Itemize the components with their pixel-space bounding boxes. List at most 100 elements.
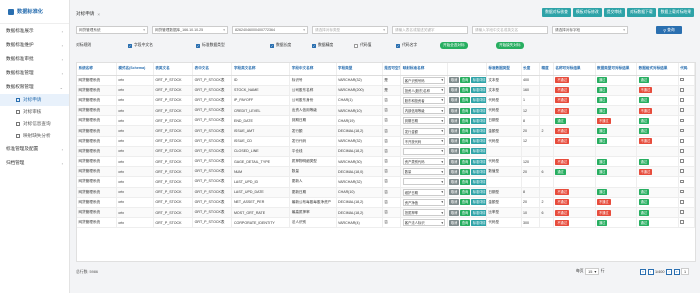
cancel-button[interactable]: 取消 xyxy=(449,117,460,124)
row-checkbox[interactable] xyxy=(680,87,684,92)
row-checkbox[interactable] xyxy=(680,138,684,143)
cancel-button[interactable]: 取消 xyxy=(449,219,460,226)
detail-button[interactable]: 标准详情 xyxy=(470,168,486,175)
nav-group-standard-maintain[interactable]: 数据标准维护 › xyxy=(0,38,69,52)
mapping-select[interactable]: 数量 ▾ xyxy=(402,168,445,176)
row-checkbox[interactable] xyxy=(680,108,684,112)
row-checkbox[interactable] xyxy=(680,159,684,163)
field-select[interactable]: 请选择对标字段 ▾ xyxy=(552,26,628,34)
mapping-select[interactable]: 内部信用等级 ▾ xyxy=(402,107,445,115)
mapping-select[interactable]: ▾ xyxy=(402,147,445,155)
prev-page-button[interactable]: ‹ xyxy=(647,268,654,275)
detail-button[interactable]: 标准详情 xyxy=(470,107,486,114)
mapping-select[interactable]: 不开放代码 ▾ xyxy=(402,137,445,145)
detail-button[interactable]: 标准详情 xyxy=(470,77,486,84)
detail-button[interactable]: 标准详情 xyxy=(470,219,486,226)
next-page-button[interactable]: › xyxy=(666,268,673,275)
check-button[interactable]: 数据对标核查 xyxy=(542,8,571,17)
query-button[interactable]: ⚲ 查询 xyxy=(656,26,682,34)
submit-review-button[interactable]: 提交审核 xyxy=(603,8,625,17)
cancel-button[interactable]: 取消 xyxy=(449,107,460,114)
sidebar-item-apply[interactable]: 对标申请 xyxy=(0,94,69,106)
mapping-select[interactable]: ▾ xyxy=(402,178,445,186)
query-row-button[interactable]: 查询 xyxy=(459,77,471,84)
mapping-select[interactable]: 客户识别号码 ▾ xyxy=(402,76,445,84)
query-row-button[interactable]: 查询 xyxy=(459,138,471,145)
query-row-button[interactable]: 查询 xyxy=(459,158,471,165)
sidebar-item-review[interactable]: 对标审核 xyxy=(0,106,69,118)
detail-button[interactable]: 标准详情 xyxy=(470,138,486,145)
detail-button[interactable]: 标准详情 xyxy=(470,87,486,94)
row-checkbox[interactable] xyxy=(680,77,684,82)
mapping-select[interactable]: 发行金额 ▾ xyxy=(402,127,445,135)
type-select[interactable]: 请选择对标类型 ▾ xyxy=(312,26,388,34)
cancel-button[interactable]: 取消 xyxy=(449,87,460,94)
nav-group-config[interactable]: 标准管理及配置 › xyxy=(0,142,69,156)
mapping-select[interactable]: 抵质押率 ▾ xyxy=(402,209,445,217)
nav-group-archive[interactable]: 归档管理 › xyxy=(0,156,69,170)
download-button[interactable]: 对标数据下载 xyxy=(626,8,656,17)
tab-apply[interactable]: 对标申请 × xyxy=(72,11,104,17)
row-checkbox[interactable] xyxy=(680,169,684,174)
mapping-select[interactable]: 投资人(股东)名称 ▾ xyxy=(402,86,445,94)
query-row-button[interactable]: 查询 xyxy=(459,148,471,155)
mapping-select[interactable]: 资产类别代码 ▾ xyxy=(402,158,445,166)
cancel-button[interactable]: 取消 xyxy=(449,199,460,206)
check-code-name[interactable]: ✓ 代码名字 xyxy=(396,43,417,48)
detail-button[interactable]: 标准详情 xyxy=(470,189,486,196)
check-precision[interactable]: ✓ 数据精度 xyxy=(312,43,333,48)
start-all-button[interactable]: 开始全选对标 xyxy=(440,42,468,49)
detail-button[interactable]: 标准详情 xyxy=(470,158,486,165)
mapping-select[interactable]: 资产净值 ▾ xyxy=(402,198,445,206)
query-row-button[interactable]: 查询 xyxy=(459,107,471,114)
detail-button[interactable]: 标准详情 xyxy=(470,117,486,124)
system-select[interactable]: 网贷管理系统 ▾ xyxy=(76,26,148,34)
row-checkbox[interactable] xyxy=(680,210,684,214)
db-select[interactable]: 网贷管理数据库_166.10.10.25 ▾ xyxy=(152,26,228,34)
cancel-button[interactable]: 取消 xyxy=(449,138,460,145)
query-row-button[interactable]: 查询 xyxy=(459,209,471,216)
cancel-button[interactable]: 取消 xyxy=(449,168,460,175)
check-cn-name[interactable]: ✓ 字段中文名 xyxy=(128,43,153,48)
cancel-button[interactable]: 取消 xyxy=(449,128,460,135)
query-row-button[interactable]: 查询 xyxy=(459,199,471,206)
template-button[interactable]: 模板对标修改 xyxy=(572,8,602,17)
cancel-button[interactable]: 取消 xyxy=(449,209,460,216)
query-row-button[interactable]: 查询 xyxy=(459,178,471,185)
cancel-button[interactable]: 取消 xyxy=(449,148,460,155)
page-jump-input[interactable]: 1 xyxy=(681,268,690,275)
field-search-input[interactable]: 请输入字段中文名或英文名 xyxy=(472,26,548,34)
nav-group-standard-show[interactable]: 数据标准展示 › xyxy=(0,24,69,38)
query-row-button[interactable]: 查询 xyxy=(459,117,471,124)
query-row-button[interactable]: 查询 xyxy=(459,87,471,94)
check-length[interactable]: ✓ 数据长度 xyxy=(270,43,291,48)
query-row-button[interactable]: 查询 xyxy=(459,128,471,135)
detail-button[interactable]: 标准详情 xyxy=(470,209,486,216)
per-page-select[interactable]: 15 ▾ xyxy=(585,268,600,275)
detail-button[interactable]: 标准详情 xyxy=(470,199,486,206)
start-missing-button[interactable]: 开始缺失对标 xyxy=(496,42,524,49)
last-page-button[interactable]: » xyxy=(673,268,680,275)
cancel-button[interactable]: 取消 xyxy=(449,158,460,165)
detail-button[interactable]: 标准详情 xyxy=(470,148,486,155)
row-checkbox[interactable] xyxy=(680,98,684,102)
mapping-select[interactable]: 客户法人标识 ▾ xyxy=(402,219,445,227)
cancel-button[interactable]: 取消 xyxy=(449,97,460,104)
check-code-value[interactable]: 代码值 xyxy=(354,43,371,48)
cancel-button[interactable]: 取消 xyxy=(449,77,460,84)
row-checkbox[interactable] xyxy=(680,118,684,123)
upload-result-button[interactable]: 数据上载对标结果 xyxy=(657,8,694,17)
query-row-button[interactable]: 查询 xyxy=(459,168,471,175)
first-page-button[interactable]: « xyxy=(640,268,646,275)
cancel-button[interactable]: 取消 xyxy=(449,178,460,185)
sidebar-item-query[interactable]: 对标信息查询 xyxy=(0,118,69,130)
row-checkbox[interactable] xyxy=(680,128,684,133)
table-search-input[interactable]: 请输入表名或描述关键字 xyxy=(392,26,468,34)
row-checkbox[interactable] xyxy=(680,179,684,184)
sidebar-item-missing[interactable]: 映射缺失分析 xyxy=(0,130,69,142)
query-row-button[interactable]: 查询 xyxy=(459,189,471,196)
query-row-button[interactable]: 查询 xyxy=(459,97,471,104)
table-select[interactable]: 82624046000400772364 ▾ xyxy=(232,26,308,34)
row-checkbox[interactable] xyxy=(680,189,684,194)
detail-button[interactable]: 标准详情 xyxy=(470,178,486,185)
